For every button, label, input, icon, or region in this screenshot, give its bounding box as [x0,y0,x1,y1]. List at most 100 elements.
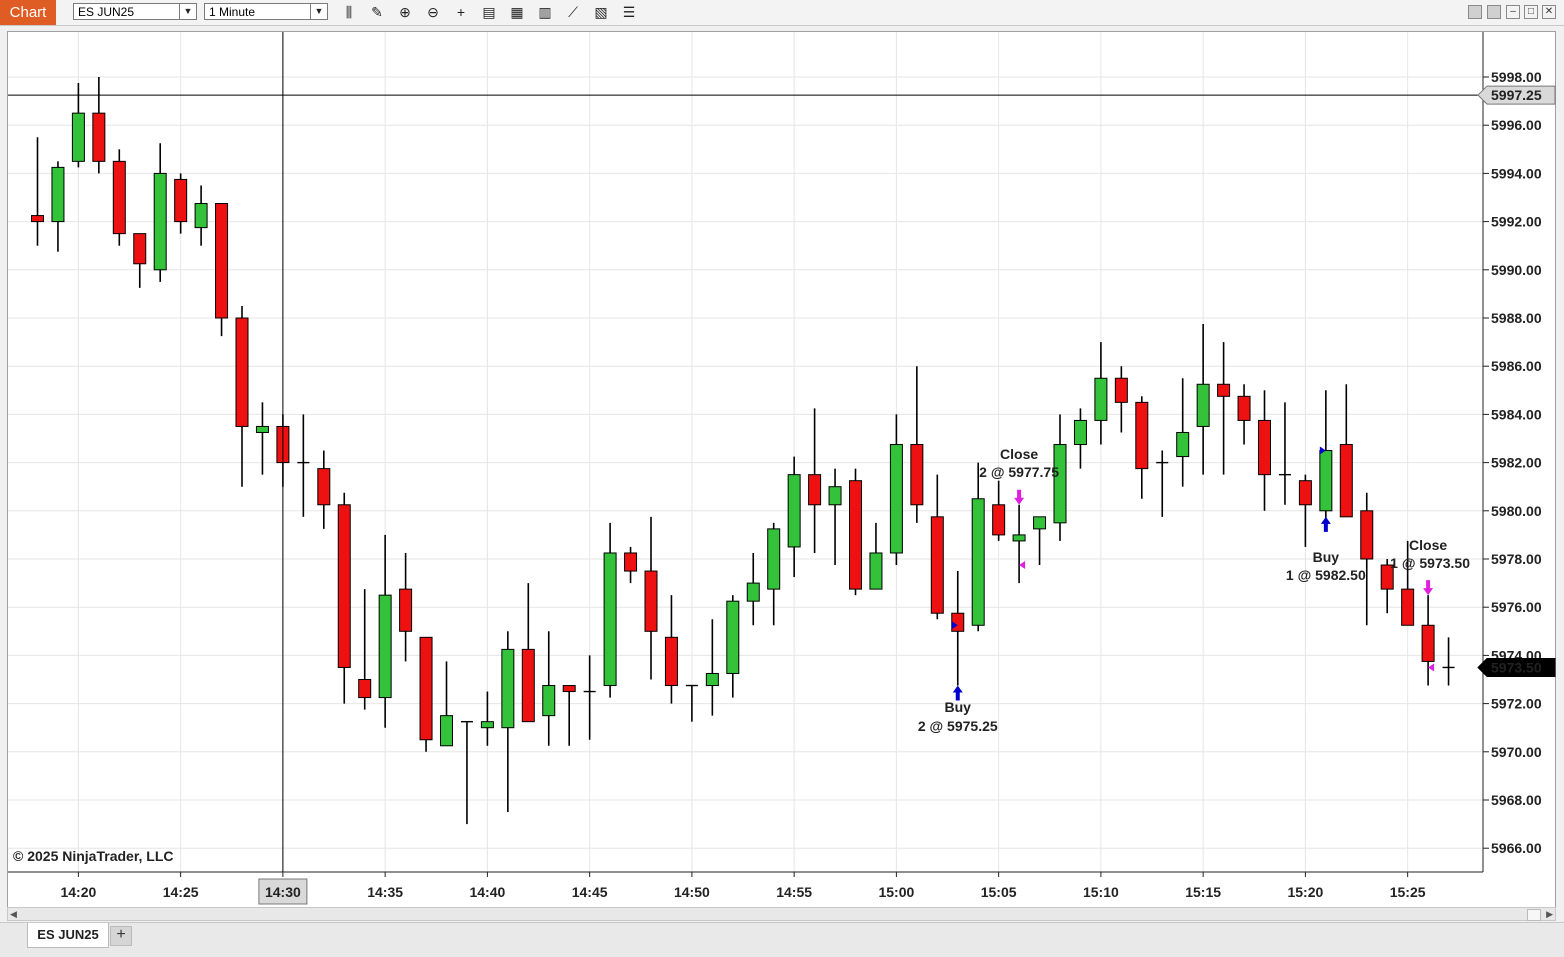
sell-arrow-icon [1423,580,1434,596]
candle-body [51,166,65,223]
candle-body [562,685,576,693]
price-axis-label: 5982.00 [1491,455,1542,471]
execution-label-close-detail: 1 @ 5973.50 [1390,555,1470,571]
candle-body [1094,377,1108,421]
candle-body [1012,534,1026,542]
candle-body [644,570,658,632]
buy-arrow-icon [1320,516,1331,532]
price-axis-label: 5968.00 [1491,792,1542,808]
candle-body [828,486,842,506]
candle-body [910,444,924,506]
execution-label-buy: Buy [1313,549,1340,565]
candle-body [31,215,44,223]
candle-body [1196,383,1210,427]
candle-body [174,178,188,223]
last-price-label: 5973.50 [1491,659,1542,675]
candle-body [1114,377,1128,403]
time-axis-label: 14:55 [776,884,812,900]
candle-body [153,172,167,271]
time-axis-label: 14:35 [367,884,403,900]
price-axis-label: 5984.00 [1491,406,1542,422]
candle-body [951,612,965,632]
candle-body [419,636,433,741]
candle-body [215,203,229,319]
price-axis-label: 5988.00 [1491,310,1542,326]
price-axis-label: 5986.00 [1491,358,1542,374]
candle-body [235,317,249,427]
time-axis-label: 14:25 [163,884,199,900]
candle-body [726,600,740,674]
price-axis-label: 5978.00 [1491,551,1542,567]
price-axis-label: 5980.00 [1491,503,1542,519]
candle-body [992,504,1006,536]
candle-body [480,721,494,729]
candle-body [501,648,515,729]
sell-arrow-icon [1014,489,1025,505]
add-tab-button[interactable]: + [110,926,132,946]
candle-body [1258,419,1271,476]
candle-body [746,582,760,602]
candle-body [1053,444,1067,524]
candle-body [1237,395,1251,421]
candle-body [440,715,453,747]
chart-tab-bar: ES JUN25 + [0,922,1564,957]
candle-body [664,636,678,687]
price-axis-label: 5990.00 [1491,262,1542,278]
time-axis-label: 15:20 [1287,884,1323,900]
time-axis-label: 14:20 [60,884,96,900]
time-axis-label: 15:25 [1390,884,1426,900]
candle-body [358,679,372,699]
candle-body [889,444,903,554]
candle-body [92,112,106,162]
horizontal-scrollbar[interactable]: ◀ ▶ [7,907,1556,921]
execution-label-buy-detail: 2 @ 5975.25 [918,718,998,734]
candle-body [1135,401,1149,470]
time-axis-label: 14:45 [572,884,608,900]
candle-body [869,552,883,590]
candle-body [71,112,85,162]
candle-body [1176,431,1190,458]
time-axis-label: 15:00 [878,884,914,900]
price-axis-label: 5994.00 [1491,165,1542,181]
price-axis-label: 5972.00 [1491,696,1542,712]
price-axis-label: 5998.00 [1491,69,1542,85]
candle-body [1217,383,1231,397]
execution-label-close: Close [1409,537,1447,553]
scroll-left-icon[interactable]: ◀ [10,908,17,920]
price-chart[interactable]: 5998.00 5996.00 5994.00 5992.00 5990.00 5988.… [0,0,1564,922]
candle-body [849,480,862,590]
candle-body [624,552,638,572]
candle-body [767,528,781,590]
candle-body [317,468,331,506]
execution-label-buy-detail: 1 @ 5982.50 [1286,567,1366,583]
candle-body [1401,588,1415,626]
candle-body [808,474,822,506]
time-axis-label: 15:15 [1185,884,1221,900]
crosshair-time-label: 14:30 [265,884,301,900]
price-axis-label: 5970.00 [1491,744,1542,760]
execution-label-close: Close [1000,446,1038,462]
time-axis-label: 15:10 [1083,884,1119,900]
candle-body [1033,516,1047,530]
candle-body [1298,480,1312,506]
candle-body [378,594,392,699]
candle-body [542,685,556,717]
candle-body [1421,624,1435,662]
execution-label-buy: Buy [945,699,972,715]
candle-body [521,648,535,723]
scrollbar-thumb[interactable] [1527,909,1541,921]
candle-body [1339,444,1353,518]
time-axis-label: 14:40 [469,884,505,900]
copyright-label: © 2025 NinjaTrader, LLC [13,848,174,864]
price-axis-label: 5996.00 [1491,117,1542,133]
candle-body [112,160,126,235]
crosshair-price-label: 5997.25 [1491,87,1542,103]
tab-es-jun25[interactable]: ES JUN25 [27,923,109,948]
candle-body [255,425,269,433]
price-axis-label: 5966.00 [1491,840,1542,856]
candle-body [1360,510,1374,560]
candle-body [787,474,801,548]
candle-body [194,203,208,229]
scroll-right-icon[interactable]: ▶ [1546,908,1553,920]
candle-body [133,233,147,265]
